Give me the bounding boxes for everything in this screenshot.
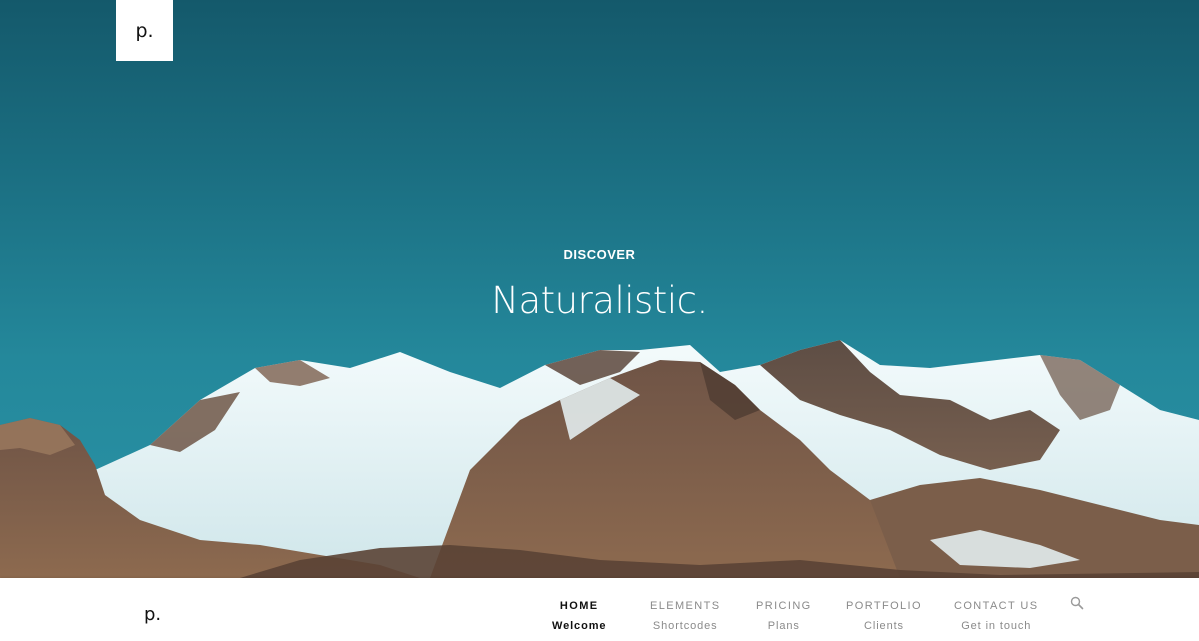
logo-text: p. [135, 19, 154, 42]
nav-item-contact-us[interactable]: CONTACT US Get in touch [954, 599, 1039, 633]
hero-text-block: DISCOVER Naturalistic. [0, 245, 1199, 323]
nav-item-portfolio[interactable]: PORTFOLIO Clients [846, 599, 922, 633]
hero-headline: Naturalistic. [491, 279, 708, 322]
nav-item-elements[interactable]: ELEMENTS Shortcodes [650, 599, 721, 633]
nav-item-sublabel: Clients [864, 620, 904, 632]
nav-item-label: PORTFOLIO [846, 600, 922, 612]
nav-item-label: CONTACT US [954, 600, 1039, 612]
hero-section: p. DISCOVER Naturalistic. [0, 0, 1199, 578]
nav-item-pricing[interactable]: PRICING Plans [756, 599, 812, 633]
logo-button[interactable]: p. [116, 0, 173, 61]
nav-item-sublabel: Shortcodes [652, 620, 718, 632]
nav-item-label: PRICING [756, 600, 812, 612]
nav-item-label: HOME [559, 600, 599, 612]
nav-item-sublabel: Get in touch [961, 620, 1032, 632]
nav-logo[interactable]: p. [144, 603, 161, 627]
search-icon[interactable] [1070, 596, 1084, 610]
hero-kicker: DISCOVER [563, 247, 636, 262]
nav-item-sublabel: Welcome [552, 620, 607, 632]
nav-item-home[interactable]: HOME Welcome [552, 599, 606, 633]
nav-item-sublabel: Plans [767, 620, 800, 632]
nav-item-label: ELEMENTS [650, 600, 721, 612]
bottom-navbar: p. HOME Welcome ELEMENTS Shortcodes PRIC… [0, 578, 1199, 641]
page: p. DISCOVER Naturalistic. p. HOME Welcom… [0, 0, 1199, 641]
